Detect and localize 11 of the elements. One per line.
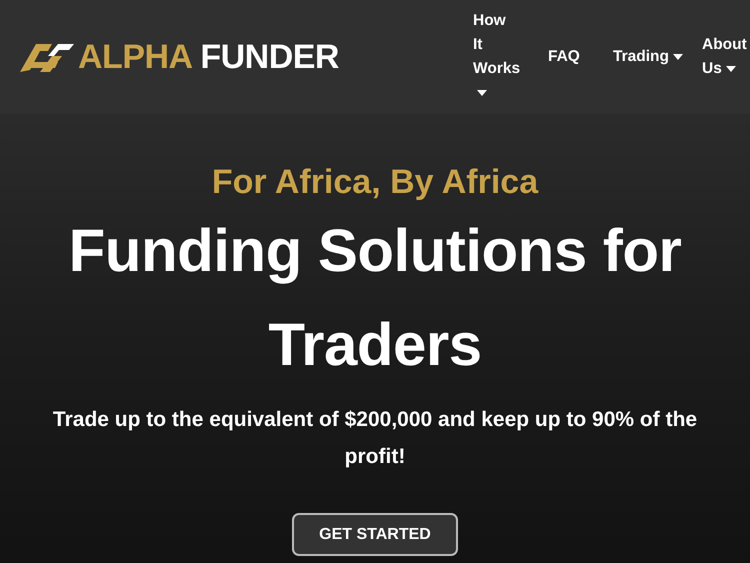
nav-link[interactable]: How It Works bbox=[473, 9, 548, 105]
brand-name: ALPHA bbox=[78, 38, 192, 76]
nav-link[interactable]: FAQ bbox=[548, 45, 613, 69]
headline: Funding Solutions for Traders bbox=[68, 216, 682, 380]
get-started-button[interactable]: GET STARTED bbox=[292, 513, 458, 556]
subtitle: Trade up to the equivalent of $200,000 and keep up to 90% of the profit! bbox=[52, 407, 698, 470]
nav-link[interactable]: Trading bbox=[613, 45, 702, 69]
nav-link[interactable]: About Us bbox=[702, 33, 750, 81]
brand-name: FUNDER bbox=[200, 38, 339, 76]
tagline: For Africa, By Africa bbox=[210, 162, 540, 203]
logo-icon bbox=[18, 42, 74, 72]
